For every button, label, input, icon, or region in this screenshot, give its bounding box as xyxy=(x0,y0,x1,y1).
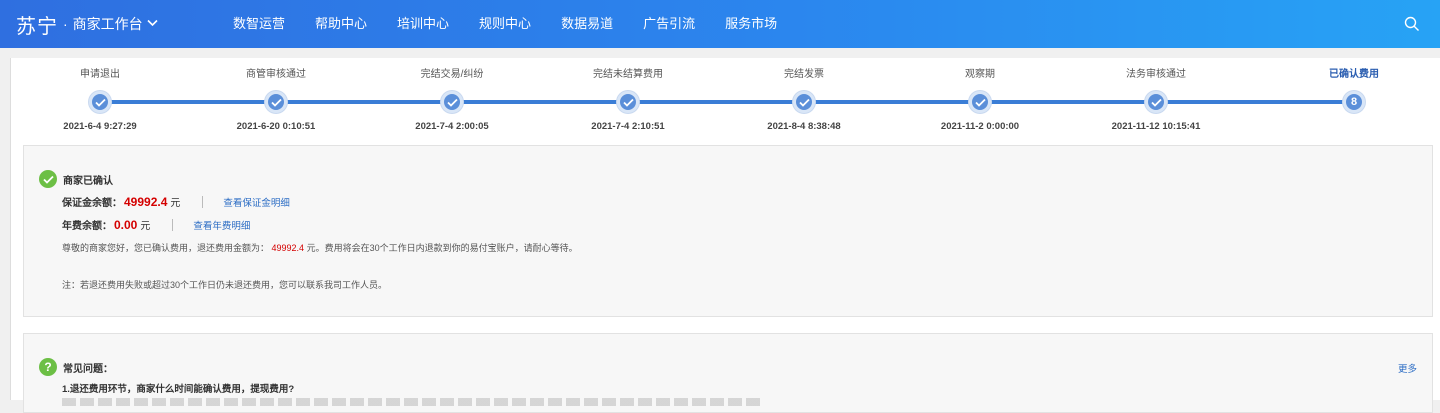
exit-progress-timeline: 申请退出 2021-6-4 9:27:29 商管审核通过 2021-6-20 0… xyxy=(11,58,1440,142)
deposit-balance-row: 保证金余额： 49992.4 元 查看保证金明细 xyxy=(62,194,290,210)
step-label: 法务审核通过 xyxy=(1126,69,1186,80)
step-label: 申请退出 xyxy=(80,69,120,80)
brand-logo[interactable]: 苏宁 · 商家工作台 xyxy=(16,10,206,39)
timeline-step-trade-dispute-closed: 完结交易/纠纷 2021-7-4 2:00:05 xyxy=(372,58,532,132)
step-label: 已确认费用 xyxy=(1329,69,1379,80)
faq-title: 常见问题： xyxy=(63,363,113,375)
timeline-step-invoice-closed: 完结发票 2021-8-4 8:38:48 xyxy=(724,58,884,132)
faq-more-link[interactable]: 更多 xyxy=(1398,361,1417,375)
step-label: 商管审核通过 xyxy=(246,69,306,80)
annual-fee-label: 年费余额： xyxy=(62,221,112,232)
main-nav: 数智运营 帮助中心 培训中心 规则中心 数据易道 广告引流 服务市场 xyxy=(218,0,792,48)
step-label: 完结未结算费用 xyxy=(593,69,663,80)
step-label: 完结交易/纠纷 xyxy=(420,69,484,80)
logo-dot: · xyxy=(63,16,68,32)
nav-item-data-operations[interactable]: 数智运营 xyxy=(218,0,300,48)
chevron-down-icon[interactable] xyxy=(147,18,158,30)
confirmation-panel: 商家已确认 保证金余额： 49992.4 元 查看保证金明细 年费余额： 0.0… xyxy=(23,145,1433,317)
step-check-icon xyxy=(793,91,815,113)
notice-text-start: 尊敬的商家您好，您已确认费用，退还费用金额为： xyxy=(62,243,270,253)
step-date: 2021-8-4 8:38:48 xyxy=(767,121,841,132)
faq-answer-cutoff xyxy=(62,398,762,406)
nav-item-help-center[interactable]: 帮助中心 xyxy=(300,0,382,48)
step-date: 2021-7-4 2:10:51 xyxy=(591,121,665,132)
timeline-step-fees-confirmed: 已确认费用 8 xyxy=(1274,58,1434,121)
step-label: 完结发票 xyxy=(784,69,824,80)
nav-item-training-center[interactable]: 培训中心 xyxy=(382,0,464,48)
refund-notice: 尊敬的商家您好，您已确认费用，退还费用金额为： 49992.4 元。费用将会在3… xyxy=(62,241,578,254)
step-date: 2021-11-12 10:15:41 xyxy=(1111,121,1201,132)
search-icon[interactable] xyxy=(1404,16,1420,32)
nav-item-rules-center[interactable]: 规则中心 xyxy=(464,0,546,48)
deposit-value: 49992.4 xyxy=(124,194,168,209)
view-deposit-details-link[interactable]: 查看保证金明细 xyxy=(223,195,290,209)
step-date: 2021-6-4 9:27:29 xyxy=(63,121,137,132)
step-check-icon xyxy=(969,91,991,113)
step-check-icon xyxy=(89,91,111,113)
step-check-icon xyxy=(1145,91,1167,113)
faq-question[interactable]: 1.退还费用环节，商家什么时间能确认费用，提现费用? xyxy=(62,381,294,395)
main-content: 申请退出 2021-6-4 9:27:29 商管审核通过 2021-6-20 0… xyxy=(10,58,1440,413)
annual-fee-balance-row: 年费余额： 0.00 元 查看年费明细 xyxy=(62,217,250,233)
timeline-step-manager-approved: 商管审核通过 2021-6-20 0:10:51 xyxy=(196,58,356,132)
check-circle-icon xyxy=(39,170,57,188)
nav-item-data-channel[interactable]: 数据易道 xyxy=(546,0,628,48)
step-date: 2021-6-20 0:10:51 xyxy=(236,121,316,132)
step-check-icon xyxy=(617,91,639,113)
timeline-step-observation-period: 观察期 2021-11-2 0:00:00 xyxy=(900,58,1060,132)
step-date: 2021-11-2 0:00:00 xyxy=(940,121,1020,132)
step-check-icon xyxy=(441,91,463,113)
faq-panel: ? 常见问题： 更多 1.退还费用环节，商家什么时间能确认费用，提现费用? xyxy=(23,333,1433,413)
annual-fee-unit: 元 xyxy=(140,221,151,232)
view-annual-fee-details-link[interactable]: 查看年费明细 xyxy=(193,218,250,232)
notice-text-end: 元。费用将会在30个工作日内退款到你的易付宝账户，请耐心等待。 xyxy=(306,243,578,253)
step-date: 2021-7-4 2:00:05 xyxy=(415,121,489,132)
logo-main-text: 苏宁 xyxy=(16,15,58,38)
step-number-badge: 8 xyxy=(1343,91,1365,113)
refund-failure-note: 注：若退还费用失败或超过30个工作日仍未退还费用，您可以联系我司工作人员。 xyxy=(62,280,388,290)
status-label: 商家已确认 xyxy=(63,175,113,187)
annual-fee-value: 0.00 xyxy=(114,217,138,232)
workbench-title: 商家工作台 xyxy=(72,16,143,32)
step-check-icon xyxy=(265,91,287,113)
divider xyxy=(172,218,174,231)
timeline-step-apply-exit: 申请退出 2021-6-4 9:27:29 xyxy=(20,58,180,132)
nav-item-service-market[interactable]: 服务市场 xyxy=(710,0,792,48)
timeline-step-unsettled-fees-closed: 完结未结算费用 2021-7-4 2:10:51 xyxy=(548,58,708,132)
deposit-label: 保证金余额： xyxy=(62,198,122,209)
confirmation-status: 商家已确认 xyxy=(39,170,113,188)
question-circle-icon: ? xyxy=(39,358,57,376)
step-label: 观察期 xyxy=(965,69,995,80)
deposit-unit: 元 xyxy=(170,198,181,209)
timeline-step-legal-approved: 法务审核通过 2021-11-12 10:15:41 xyxy=(1076,58,1236,132)
divider xyxy=(202,195,204,208)
top-navigation-bar: 苏宁 · 商家工作台 数智运营 帮助中心 培训中心 规则中心 数据易道 广告引流… xyxy=(0,0,1440,48)
notice-refund-amount: 49992.4 xyxy=(271,243,305,253)
nav-item-ad-traffic[interactable]: 广告引流 xyxy=(628,0,710,48)
faq-header: ? 常见问题： xyxy=(39,358,113,376)
